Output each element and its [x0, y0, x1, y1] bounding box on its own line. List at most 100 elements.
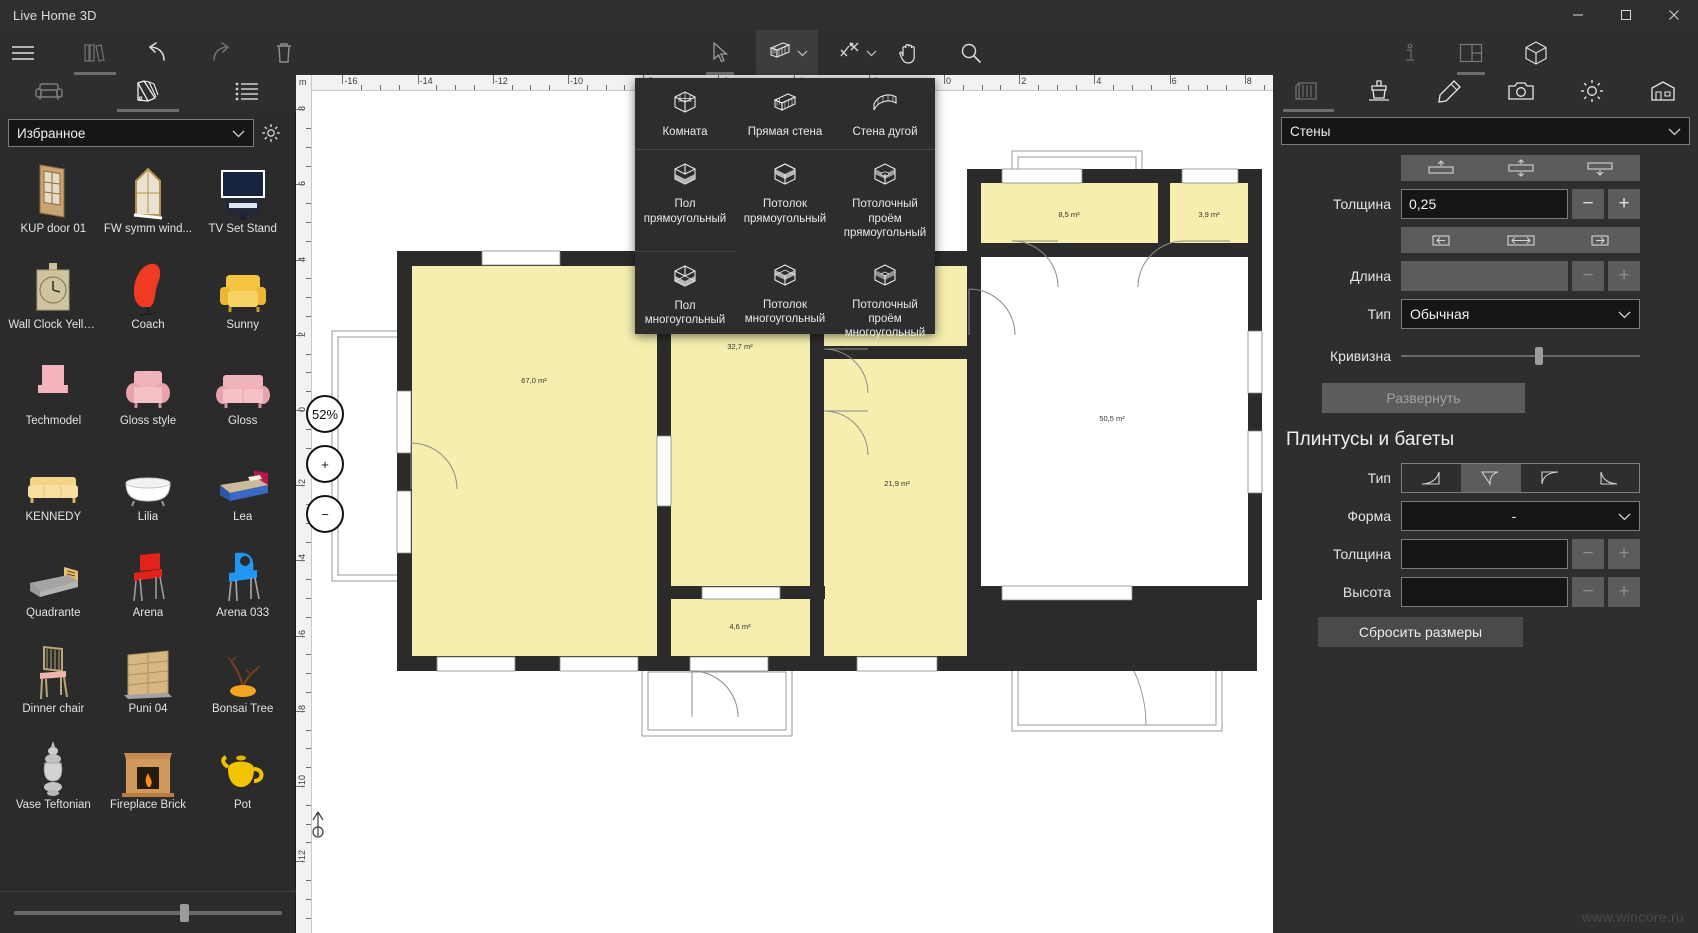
- cube-3d-icon[interactable]: [1508, 30, 1564, 75]
- library-item[interactable]: Lea: [195, 447, 290, 543]
- library-item[interactable]: Arena 033: [195, 543, 290, 639]
- wall-tool-popup-menu[interactable]: Комната Прямая стена Стена дугой Пол прямоу…: [635, 78, 935, 339]
- undo-icon[interactable]: [128, 30, 188, 75]
- zoom-in-button[interactable]: +: [306, 445, 344, 483]
- tab-light[interactable]: [1556, 75, 1627, 112]
- zoom-out-button[interactable]: −: [306, 495, 344, 533]
- zoom-percent-button[interactable]: 52%: [306, 395, 344, 433]
- magnifier-icon[interactable]: [946, 30, 996, 75]
- library-item[interactable]: KUP door 01: [6, 159, 101, 255]
- wall-tool-button[interactable]: [756, 30, 818, 75]
- tab-materials[interactable]: [1344, 75, 1415, 112]
- length-align-group[interactable]: [1401, 227, 1640, 253]
- popup-menu-item[interactable]: Стена дугой: [835, 78, 935, 149]
- library-item[interactable]: Arena: [101, 543, 196, 639]
- library-item[interactable]: Sunny: [195, 255, 290, 351]
- library-item[interactable]: Dinner chair: [6, 639, 101, 735]
- baseboard-shape-select[interactable]: -: [1401, 501, 1640, 531]
- library-item[interactable]: TV Set Stand: [195, 159, 290, 255]
- library-item[interactable]: Puni 04: [101, 639, 196, 735]
- library-item[interactable]: Lilia: [101, 447, 196, 543]
- category-select[interactable]: Избранное: [8, 119, 254, 147]
- baseboard-thickness-minus-button[interactable]: −: [1572, 539, 1604, 569]
- cursor-arrow-icon[interactable]: [692, 30, 748, 75]
- align-thickness-center-icon[interactable]: [1481, 155, 1561, 181]
- profile-cove-icon[interactable]: [1521, 464, 1580, 492]
- library-icon[interactable]: [60, 30, 130, 75]
- library-item[interactable]: FW symm wind...: [101, 159, 196, 255]
- popup-menu-item[interactable]: Потолок прямоугольный: [735, 149, 835, 250]
- tab-materials[interactable]: [99, 75, 198, 112]
- popup-menu-item[interactable]: Потолочный проём прямоугольный: [835, 149, 935, 250]
- align-thickness-top-icon[interactable]: [1401, 155, 1481, 181]
- length-minus-button[interactable]: −: [1572, 261, 1604, 291]
- library-item[interactable]: Gloss style: [101, 351, 196, 447]
- slider-knob[interactable]: [1534, 347, 1543, 365]
- thickness-align-group[interactable]: [1401, 155, 1640, 181]
- tab-furniture[interactable]: [0, 75, 99, 112]
- reset-sizes-button[interactable]: Сбросить размеры: [1318, 617, 1523, 647]
- tab-camera[interactable]: [1485, 75, 1556, 112]
- popup-menu-item[interactable]: Пол многоугольный: [635, 250, 735, 351]
- library-item[interactable]: Vase Teftonian: [6, 735, 101, 831]
- library-item[interactable]: Fireplace Brick: [101, 735, 196, 831]
- popup-menu-item[interactable]: Комната: [635, 78, 735, 149]
- expand-button[interactable]: Развернуть: [1322, 383, 1525, 413]
- popup-menu-item[interactable]: Потолок многоугольный: [735, 251, 835, 351]
- slider-knob[interactable]: [180, 903, 190, 922]
- thickness-input[interactable]: 0,25: [1401, 189, 1568, 219]
- objects-tool-button[interactable]: [826, 30, 888, 75]
- library-item[interactable]: KENNEDY: [6, 447, 101, 543]
- baseboard-type-group[interactable]: [1401, 463, 1640, 493]
- length-input[interactable]: [1401, 261, 1568, 291]
- maximize-button[interactable]: [1602, 0, 1650, 30]
- gear-icon[interactable]: [254, 123, 288, 143]
- tab-wall-properties[interactable]: [1273, 75, 1344, 112]
- library-item[interactable]: Bonsai Tree: [195, 639, 290, 735]
- curvature-slider[interactable]: [1401, 343, 1640, 369]
- library-item[interactable]: Gloss: [195, 351, 290, 447]
- baseboard-height-input[interactable]: [1401, 577, 1568, 607]
- tab-edit[interactable]: [1415, 75, 1486, 112]
- baseboard-height-plus-button[interactable]: +: [1608, 577, 1640, 607]
- minimize-button[interactable]: [1554, 0, 1602, 30]
- library-item[interactable]: Wall Clock Yello...: [6, 255, 101, 351]
- trash-icon[interactable]: [255, 30, 313, 75]
- library-item[interactable]: Techmodel: [6, 351, 101, 447]
- length-plus-button[interactable]: +: [1608, 261, 1640, 291]
- hand-icon[interactable]: [884, 30, 934, 75]
- align-length-left-icon[interactable]: [1401, 227, 1481, 253]
- tab-building[interactable]: [1627, 75, 1698, 112]
- profile-ogee-icon[interactable]: [1580, 464, 1639, 492]
- redo-icon[interactable]: [190, 30, 250, 75]
- profile-step-icon[interactable]: [1461, 464, 1521, 492]
- compass-north-icon[interactable]: [308, 810, 328, 843]
- right-panel-header-select[interactable]: Стены: [1281, 117, 1690, 145]
- close-button[interactable]: [1650, 0, 1698, 30]
- library-item-label: Gloss: [227, 415, 258, 427]
- hamburger-menu-icon[interactable]: [0, 30, 46, 75]
- popup-menu-item[interactable]: Пол прямоугольный: [635, 149, 735, 250]
- ruler-tick: [1094, 75, 1096, 84]
- baseboard-thickness-plus-button[interactable]: +: [1608, 539, 1640, 569]
- tab-list[interactable]: [197, 75, 296, 112]
- profile-concave-icon[interactable]: [1402, 464, 1461, 492]
- info-icon[interactable]: [1385, 30, 1435, 75]
- baseboard-height-minus-button[interactable]: −: [1572, 577, 1604, 607]
- library-zoom-slider[interactable]: [14, 903, 282, 922]
- wall-type-select[interactable]: Обычная: [1401, 299, 1640, 329]
- align-length-right-icon[interactable]: [1560, 227, 1640, 253]
- ruler-minor-tick: [306, 128, 311, 129]
- library-items-grid[interactable]: KUP door 01 FW symm wind... TV Set Stand Wa…: [0, 155, 296, 891]
- align-length-center-icon[interactable]: [1481, 227, 1561, 253]
- library-item[interactable]: Quadrante: [6, 543, 101, 639]
- thickness-minus-button[interactable]: −: [1572, 189, 1604, 219]
- thickness-plus-button[interactable]: +: [1608, 189, 1640, 219]
- align-thickness-bottom-icon[interactable]: [1560, 155, 1640, 181]
- baseboard-thickness-input[interactable]: [1401, 539, 1568, 569]
- library-item[interactable]: Coach: [101, 255, 196, 351]
- popup-menu-item[interactable]: Прямая стена: [735, 78, 835, 149]
- split-view-icon[interactable]: [1443, 30, 1499, 75]
- library-item[interactable]: Pot: [195, 735, 290, 831]
- popup-menu-item[interactable]: Потолочный проём многоугольный: [835, 251, 935, 351]
